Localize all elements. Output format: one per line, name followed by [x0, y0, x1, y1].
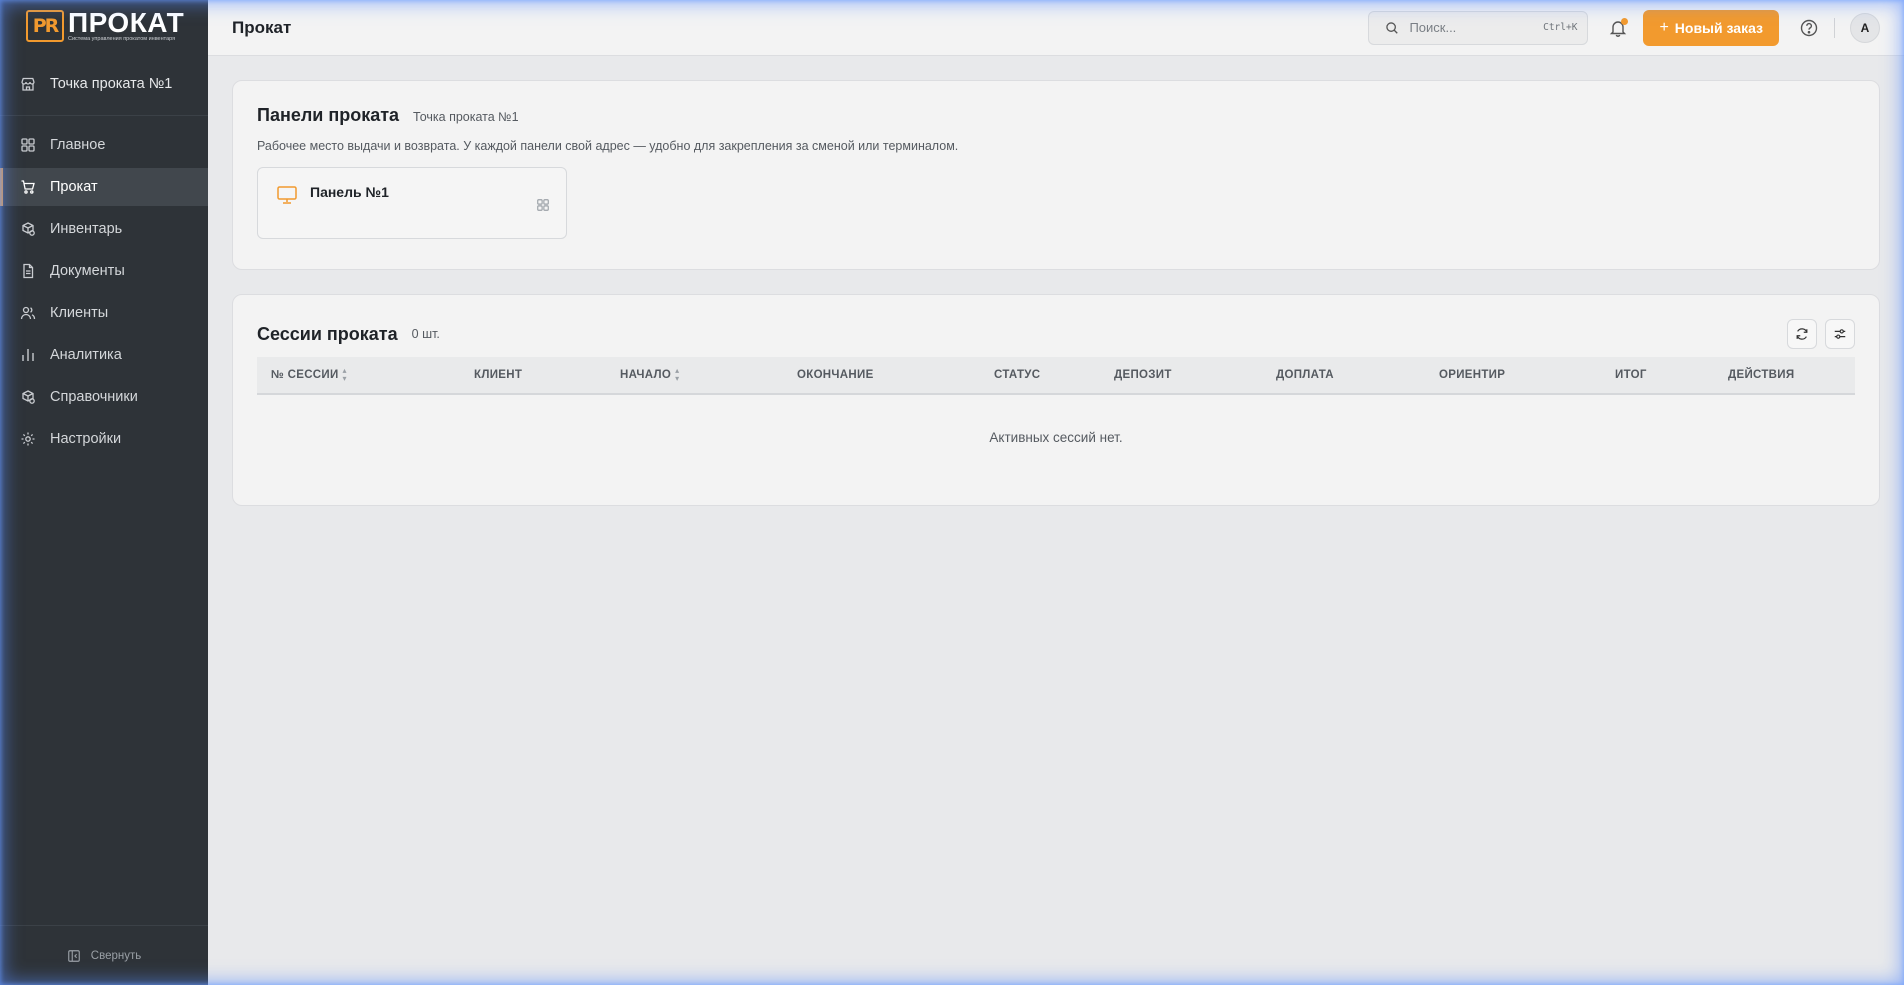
sessions-title: Сессии проката: [257, 323, 398, 344]
sessions-count: 0 шт.: [411, 327, 440, 341]
sidebar-item-label: Главное: [50, 137, 106, 153]
topbar-divider: [1834, 17, 1835, 38]
logo-title: ПРОКАТ: [68, 6, 185, 38]
cart-icon: [20, 179, 36, 195]
sidebar-item-settings[interactable]: Настройки: [0, 420, 208, 458]
column-label: СТАТУС: [994, 369, 1041, 381]
help-icon: [1799, 18, 1819, 38]
gear-icon: [20, 431, 36, 447]
column-estimate: ОРИЕНТИР: [1439, 369, 1505, 381]
refresh-button[interactable]: [1787, 319, 1817, 349]
sidebar-item-rental[interactable]: Прокат: [0, 168, 208, 206]
sessions-header: Сессии проката 0 шт.: [257, 319, 1855, 349]
column-end: ОКОНЧАНИЕ: [797, 369, 874, 381]
logo-subtitle: Система управления прокатом инвентаря: [68, 35, 176, 42]
sessions-table: № СЕССИИ ▴▾ КЛИЕНТ НАЧАЛО ▴▾ ОКОНЧАНИЕ: [257, 357, 1855, 481]
bar-chart-icon: [20, 347, 36, 363]
column-surcharge: ДОПЛАТА: [1276, 369, 1334, 381]
document-icon: [20, 263, 36, 279]
sidebar-nav: Главное Прокат Инвентарь Документы Клиен…: [0, 126, 208, 462]
column-label: ИТОГ: [1615, 369, 1647, 381]
panel-tile[interactable]: Панель №1: [257, 167, 567, 239]
sidebar-item-analytics[interactable]: Аналитика: [0, 336, 208, 374]
column-label: ДЕПОЗИТ: [1114, 369, 1172, 381]
panels-description: Рабочее место выдачи и возврата. У каждо…: [257, 139, 959, 153]
search-shortcut: Ctrl+K: [1543, 22, 1578, 33]
table-header: № СЕССИИ ▴▾ КЛИЕНТ НАЧАЛО ▴▾ ОКОНЧАНИЕ: [257, 357, 1855, 395]
column-session-number[interactable]: № СЕССИИ ▴ ▾: [271, 367, 347, 383]
topbar: Прокат Ctrl+K + Новый зака: [208, 0, 1904, 56]
sidebar-item-clients[interactable]: Клиенты: [0, 294, 208, 332]
sidebar-item-label: Справочники: [50, 389, 138, 405]
sliders-icon: [1833, 327, 1847, 341]
sidebar-item-references[interactable]: Справочники: [0, 378, 208, 416]
sidebar-item-home[interactable]: Главное: [0, 126, 208, 164]
sessions-card: Сессии проката 0 шт. № СЕССИИ ▴ ▾ КЛИЕНТ…: [232, 294, 1880, 506]
topbar-actions: Ctrl+K + Новый заказ: [1368, 9, 1880, 46]
boxes-icon: [20, 221, 36, 237]
store-icon: [20, 76, 36, 92]
column-client: КЛИЕНТ: [474, 369, 522, 381]
panels-subtitle: Точка проката №1: [413, 110, 519, 124]
grid-icon: [20, 137, 36, 153]
collapse-label: Свернуть: [90, 949, 142, 962]
boxes-icon: [20, 389, 36, 405]
sort-icon: ▴ ▾: [342, 366, 347, 383]
content: Панели проката Точка проката №1 Рабочее …: [208, 56, 1904, 506]
column-start[interactable]: НАЧАЛО ▴ ▾: [620, 367, 679, 383]
column-label: НАЧАЛО: [620, 369, 672, 381]
logo[interactable]: PR ПРОКАТ Система управления прокатом ин…: [0, 0, 208, 52]
search-input[interactable]: [1409, 20, 1534, 35]
column-label: ДОПЛАТА: [1276, 369, 1334, 381]
plus-icon: +: [1659, 18, 1669, 36]
column-label: ДЕЙСТВИЯ: [1728, 369, 1795, 381]
logo-mark: PR: [26, 10, 64, 42]
grid-icon[interactable]: [536, 198, 550, 212]
search-box[interactable]: Ctrl+K: [1368, 10, 1589, 45]
empty-state: Активных сессий нет.: [989, 429, 1123, 445]
search-icon: [1385, 21, 1399, 35]
sidebar-item-label: Аналитика: [50, 347, 122, 363]
collapse-sidebar-button[interactable]: Свернуть: [0, 925, 208, 985]
column-label: ОКОНЧАНИЕ: [797, 369, 874, 381]
collapse-icon: [67, 949, 81, 963]
sidebar-item-label: Документы: [50, 263, 125, 279]
column-deposit: ДЕПОЗИТ: [1114, 369, 1172, 381]
sidebar-item-label: Настройки: [50, 431, 122, 447]
new-order-button[interactable]: + Новый заказ: [1643, 9, 1779, 46]
panels-title: Панели проката: [257, 105, 400, 125]
panels-card-header: Панели проката Точка проката №1: [257, 105, 1855, 126]
column-status: СТАТУС: [994, 369, 1040, 381]
main-area: Прокат Ctrl+K + Новый зака: [208, 0, 1904, 985]
column-label: КЛИЕНТ: [474, 369, 523, 381]
column-label: № СЕССИИ: [271, 369, 339, 381]
refresh-icon: [1795, 327, 1809, 341]
filter-settings-button[interactable]: [1825, 319, 1855, 349]
notifications-button[interactable]: [1608, 17, 1629, 38]
users-icon: [20, 305, 36, 321]
sidebar: PR ПРОКАТ Система управления прокатом ин…: [0, 0, 208, 985]
logo-text: ПРОКАТ Система управления прокатом инвен…: [68, 6, 185, 43]
sidebar-item-label: Инвентарь: [50, 221, 123, 237]
panels-card: Панели проката Точка проката №1 Рабочее …: [232, 80, 1880, 270]
rental-point-label: Точка проката №1: [50, 75, 173, 92]
sidebar-item-label: Прокат: [50, 179, 98, 195]
new-order-label: Новый заказ: [1674, 19, 1763, 36]
notification-dot: [1621, 17, 1629, 25]
panel-name: Панель №1: [310, 184, 389, 200]
app-root: PR ПРОКАТ Система управления прокатом ин…: [0, 0, 1904, 985]
sidebar-item-inventory[interactable]: Инвентарь: [0, 210, 208, 248]
column-label: ОРИЕНТИР: [1439, 369, 1506, 381]
sidebar-item-label: Клиенты: [50, 305, 109, 321]
sessions-tools: [1787, 319, 1855, 349]
rental-point-selector[interactable]: Точка проката №1: [0, 52, 208, 116]
help-button[interactable]: [1799, 18, 1819, 38]
column-actions: ДЕЙСТВИЯ: [1728, 369, 1794, 381]
sidebar-item-documents[interactable]: Документы: [0, 252, 208, 290]
page-title: Прокат: [232, 17, 292, 37]
monitor-icon: [276, 184, 298, 206]
avatar[interactable]: А: [1850, 12, 1880, 43]
sort-icon: ▴ ▾: [675, 366, 680, 383]
column-total: ИТОГ: [1615, 369, 1647, 381]
